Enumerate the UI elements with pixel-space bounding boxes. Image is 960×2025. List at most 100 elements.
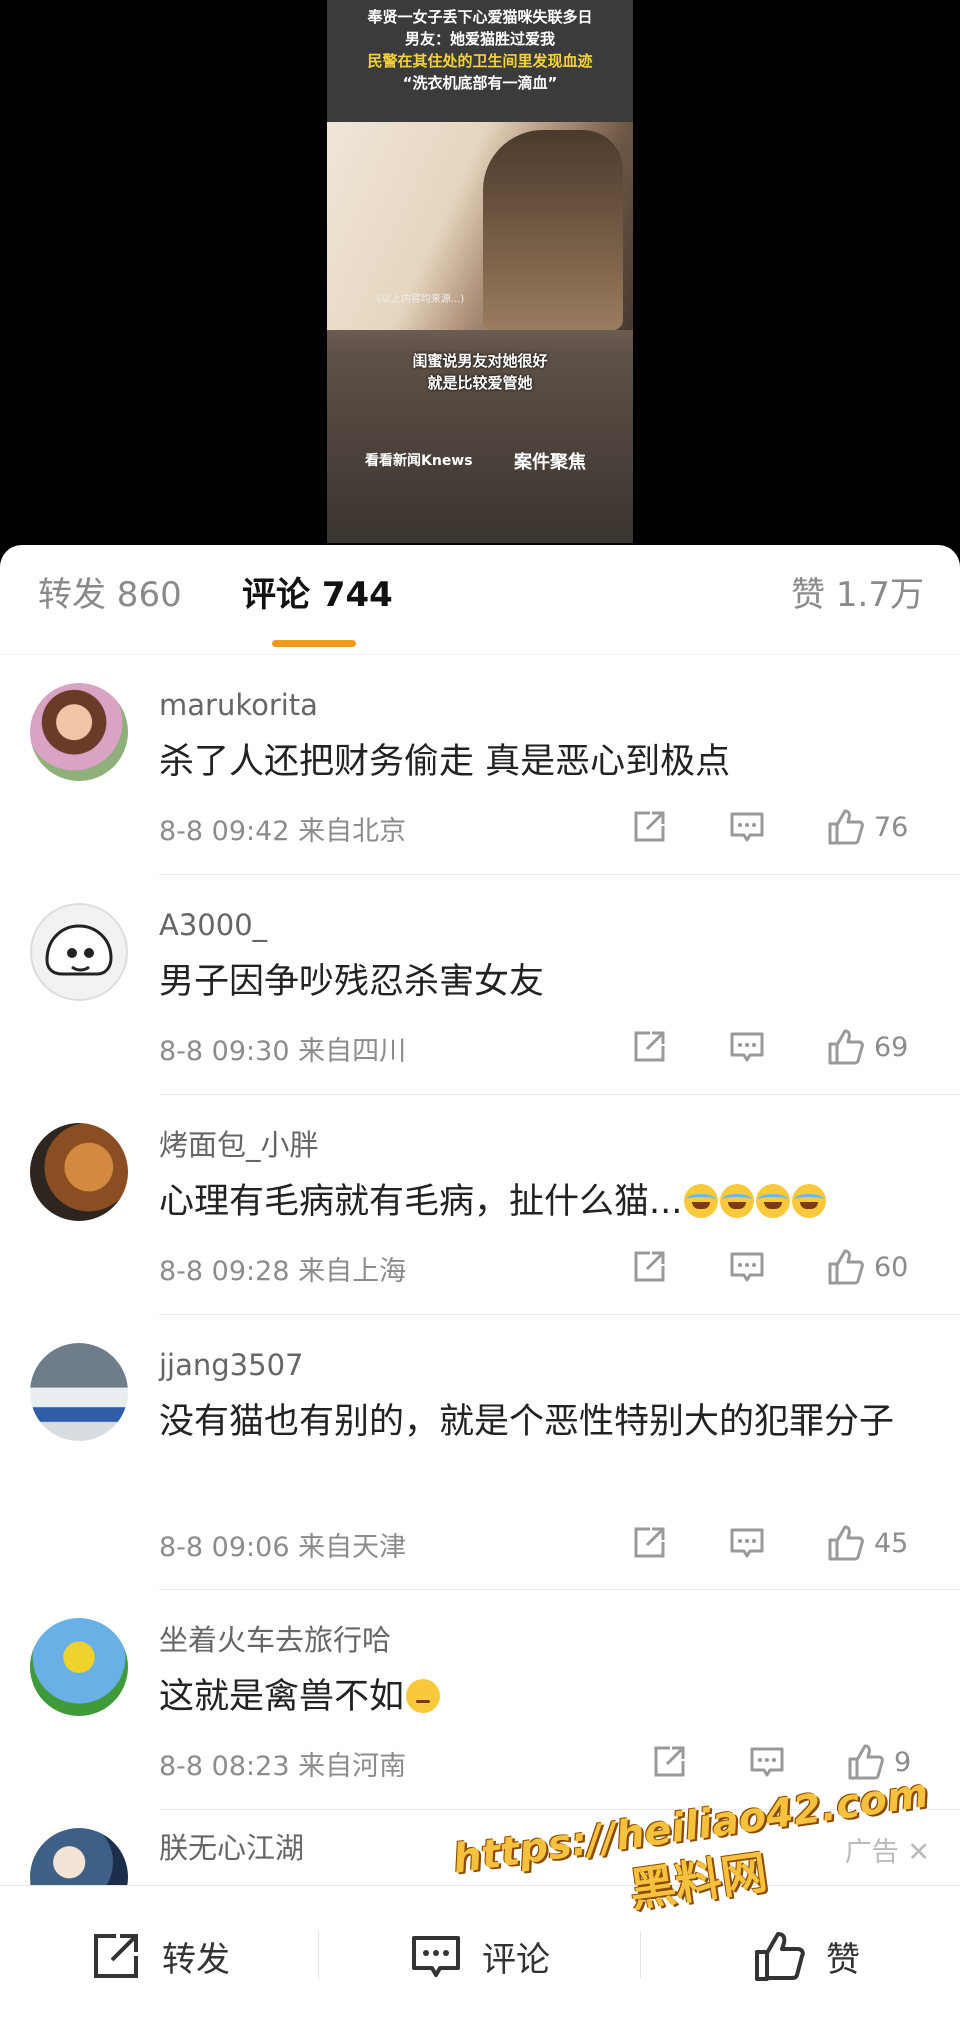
comment-text-body: 这就是禽兽不如	[159, 1677, 405, 1717]
video-logo: 看看新闻Knews	[365, 453, 473, 469]
share-icon	[94, 1934, 138, 1978]
comment-text: 没有猫也有别的，就是个恶性特别大的犯罪分子	[159, 1402, 895, 1442]
share-icon	[634, 1031, 665, 1062]
divider	[159, 1314, 960, 1315]
comment-actions: 45	[630, 1521, 930, 1565]
like-count: 76	[874, 811, 909, 843]
comment-username[interactable]: 坐着火车去旅行哈	[159, 1620, 391, 1660]
share-icon	[634, 1251, 665, 1282]
divider	[640, 1931, 641, 1979]
comment-text: 杀了人还把财务偷走 真是恶心到极点	[159, 742, 731, 782]
comment-text: 心理有毛病就有毛病，扯什么猫...	[159, 1175, 929, 1229]
tab-active-indicator	[272, 640, 356, 647]
comment-username[interactable]: 朕无心江湖	[159, 1828, 304, 1868]
like-button[interactable]: 76	[826, 805, 908, 849]
share-icon	[654, 1746, 685, 1777]
tab-comment[interactable]: 评论 744	[242, 573, 393, 617]
comment-icon	[750, 1747, 784, 1777]
video-player[interactable]: 奉贤一女子丢下心爱猫咪失联多日 男友：她爱猫胜过爱我 民警在其住处的卫生间里发现…	[0, 0, 960, 545]
video-headline-2: 男友：她爱猫胜过爱我	[404, 30, 555, 48]
comment-meta: 8-8 09:42 来自北京	[159, 809, 406, 848]
video-person	[483, 130, 623, 330]
share-icon	[634, 811, 665, 842]
tab-bar: 转发 860 评论 744 赞 1.7万	[0, 545, 960, 655]
video-headline-4: “洗衣机底部有一滴血”	[402, 74, 558, 92]
reply-button[interactable]	[728, 1025, 766, 1069]
divider	[159, 874, 960, 875]
video-frame[interactable]: 奉贤一女子丢下心爱猫咪失联多日 男友：她爱猫胜过爱我 民警在其住处的卫生间里发现…	[327, 0, 633, 543]
forward-label: 转发	[162, 1939, 230, 1980]
laugh-cry-emoji-icon	[792, 1184, 827, 1218]
like-button[interactable]: 45	[826, 1521, 908, 1565]
video-logo-2: 案件聚焦	[514, 452, 586, 473]
thumbs-up-icon	[828, 1029, 864, 1065]
comment-username[interactable]: marukorita	[159, 685, 318, 725]
avatar[interactable]	[30, 1343, 128, 1441]
forward-button[interactable]: 转发	[88, 1926, 230, 1986]
comment-icon	[730, 1252, 764, 1282]
share-icon	[634, 1527, 665, 1558]
comment-time: 8-8 09:30	[159, 1036, 290, 1067]
thumbs-up-icon	[828, 809, 864, 845]
avatar[interactable]	[30, 1123, 128, 1221]
laugh-cry-emoji-icon	[756, 1184, 791, 1218]
share-button[interactable]	[630, 1245, 668, 1289]
reply-button[interactable]	[748, 1740, 786, 1784]
divider	[318, 1931, 319, 1979]
video-caption-line-2: 就是比较爱管她	[427, 374, 533, 392]
reply-button[interactable]	[728, 1245, 766, 1289]
comment-meta: 8-8 09:30 来自四川	[159, 1029, 406, 1068]
video-headline-1: 奉贤一女子丢下心爱猫咪失联多日	[367, 8, 593, 26]
tab-like[interactable]: 赞 1.7万	[791, 573, 924, 617]
avatar[interactable]	[30, 903, 128, 1001]
video-headlines: 奉贤一女子丢下心爱猫咪失联多日 男友：她爱猫胜过爱我 民警在其住处的卫生间里发现…	[327, 0, 633, 122]
comment-username[interactable]: 烤面包_小胖	[159, 1125, 319, 1165]
video-caption: 闺蜜说男友对她很好 就是比较爱管她	[327, 350, 633, 394]
comment-text-body: 心理有毛病就有毛病，扯什么猫...	[159, 1182, 683, 1222]
laugh-cry-emoji-icon	[720, 1184, 755, 1218]
comment-meta: 8-8 09:28 来自上海	[159, 1249, 406, 1288]
share-button[interactable]	[630, 805, 668, 849]
reply-button[interactable]	[728, 805, 766, 849]
comment-actions: 76	[630, 805, 930, 849]
comment-icon	[730, 1528, 764, 1558]
comment-location: 来自北京	[298, 816, 407, 847]
comment-location: 来自天津	[298, 1532, 407, 1563]
share-button[interactable]	[630, 1521, 668, 1565]
reply-button[interactable]	[728, 1521, 766, 1565]
share-button[interactable]	[650, 1740, 688, 1784]
comment-meta: 8-8 08:23 来自河南	[159, 1744, 406, 1783]
video-small-text: (以上内容均来源...)	[377, 294, 465, 305]
comment-text: 这就是禽兽不如	[159, 1670, 929, 1724]
avatar[interactable]	[30, 683, 128, 781]
tab-forward[interactable]: 转发 860	[38, 573, 182, 617]
sketch-avatar-icon	[45, 924, 113, 976]
comment-meta: 8-8 09:06 来自天津	[159, 1525, 406, 1564]
laugh-cry-emoji-icon	[684, 1184, 719, 1218]
comment-location: 来自上海	[298, 1256, 407, 1287]
comment-time: 8-8 08:23	[159, 1751, 290, 1782]
like-button[interactable]: 60	[826, 1245, 908, 1289]
comment-location: 来自河南	[298, 1751, 407, 1782]
divider	[159, 1094, 960, 1095]
comment-time: 8-8 09:28	[159, 1256, 290, 1287]
comment-username[interactable]: jjang3507	[159, 1345, 303, 1385]
divider	[159, 1589, 960, 1590]
comment-username[interactable]: A3000_	[159, 905, 267, 945]
like-count: 45	[874, 1527, 909, 1559]
comment-time: 8-8 09:42	[159, 816, 290, 847]
thumbs-up-icon	[828, 1525, 864, 1561]
like-button[interactable]: 69	[826, 1025, 908, 1069]
comment-icon	[730, 1032, 764, 1062]
thumbs-up-icon	[828, 1249, 864, 1285]
avatar[interactable]	[30, 1618, 128, 1716]
share-button[interactable]	[630, 1025, 668, 1069]
like-count: 60	[874, 1251, 909, 1283]
like-button[interactable]: 赞	[752, 1926, 860, 1986]
comment-text: 男子因争吵残忍杀害女友	[159, 962, 545, 1002]
comment-time: 8-8 09:06	[159, 1532, 290, 1563]
video-caption-line-1: 闺蜜说男友对她很好	[412, 352, 548, 370]
comment-icon	[730, 812, 764, 842]
like-label: 赞	[826, 1939, 860, 1980]
comment-location: 来自四川	[298, 1036, 407, 1067]
